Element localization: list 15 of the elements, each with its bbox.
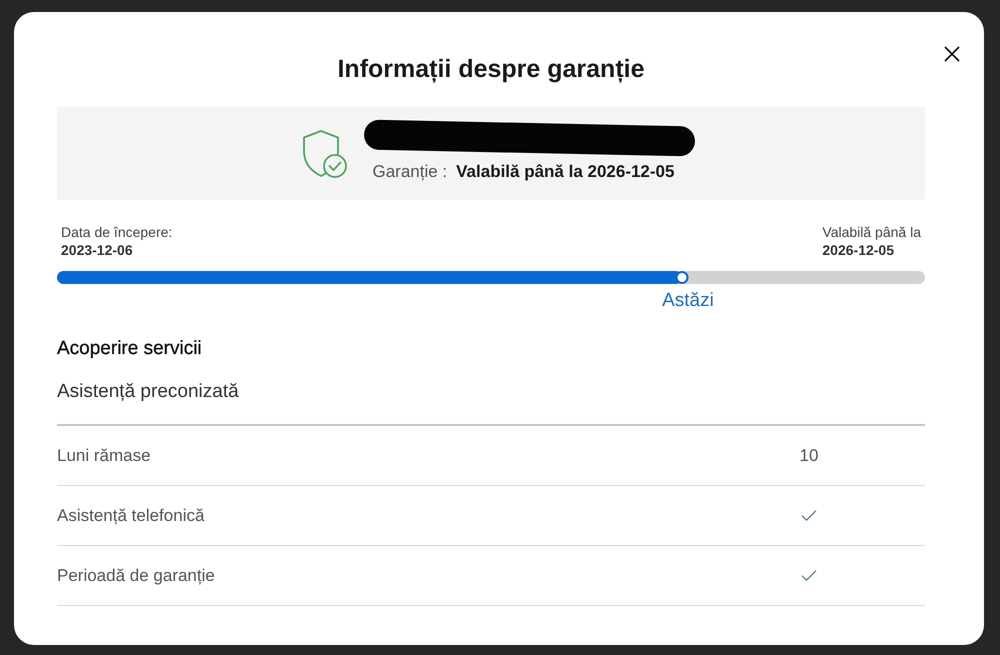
start-date: 2023-12-06 xyxy=(61,241,133,259)
end-date: 2026-12-05 xyxy=(822,241,894,259)
remaining-months-value: 10 xyxy=(800,444,818,467)
shield-check-icon xyxy=(302,128,348,178)
section-title: Acoperire servicii xyxy=(57,337,202,361)
coverage-row-label: Luni rămase xyxy=(57,444,151,467)
end-date-label: Valabilă până la xyxy=(822,224,921,241)
warranty-value: Valabilă până la 2026-12-05 xyxy=(456,160,674,183)
warranty-label: Garanție : xyxy=(372,160,448,183)
dialog-title: Informații despre garanție xyxy=(337,54,645,84)
coverage-row-label: Perioadă de garanție xyxy=(57,564,215,587)
coverage-row-label: Asistență telefonică xyxy=(57,504,204,527)
today-label: Astăzi xyxy=(662,290,714,311)
start-date-label: Data de începere: xyxy=(61,224,172,241)
section-subtitle: Asistență preconizată xyxy=(57,380,239,404)
